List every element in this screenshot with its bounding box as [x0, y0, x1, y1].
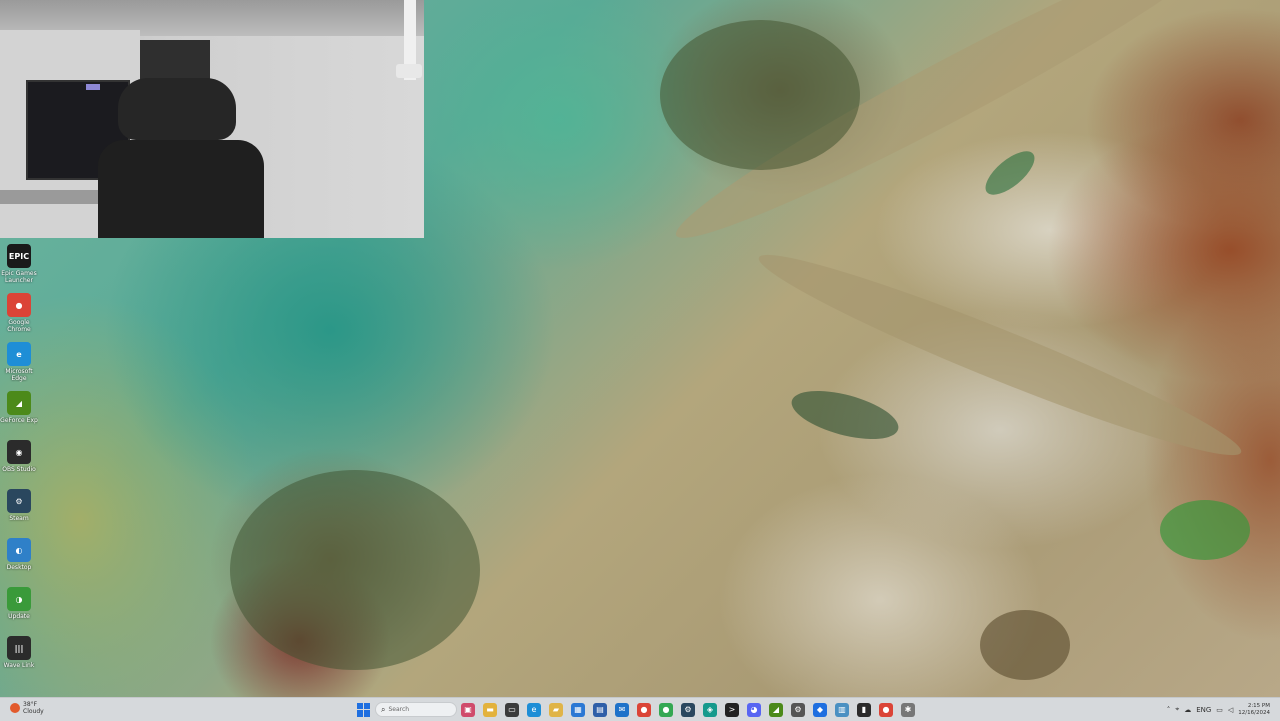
windows-logo-tile	[357, 702, 363, 709]
weather-widget[interactable]: 38°F Cloudy	[10, 701, 44, 715]
webcam-wall-bracket-joint	[396, 64, 422, 78]
desktop-shortcut-label: Steam	[9, 515, 29, 522]
desktop-shortcut-label: Epic Games Launcher	[1, 270, 37, 284]
language-indicator[interactable]: ENG	[1196, 706, 1211, 714]
webcam-chair-top	[140, 40, 210, 80]
desktop-shortcut[interactable]: EPIC Epic Games Launcher	[0, 244, 38, 293]
weather-text: 38°F Cloudy	[23, 701, 44, 715]
desktop-shortcut[interactable]: ● Google Chrome	[0, 293, 38, 342]
app-update-icon: ◑	[7, 587, 31, 611]
webcam-overlay	[0, 0, 424, 238]
desktop-shortcut[interactable]: ||| Wave Link	[0, 636, 38, 685]
chrome-icon-2[interactable]: ●	[879, 702, 893, 717]
terminal-icon[interactable]: >	[725, 702, 739, 717]
search-placeholder: Search	[388, 706, 410, 713]
app-blue-icon[interactable]: ▤	[593, 702, 607, 717]
widgets-icon[interactable]: ▣	[461, 702, 475, 717]
nvidia-icon: ◢	[7, 391, 31, 415]
desktop-icon-column: EPIC Epic Games Launcher ● Google Chrome e Mi…	[0, 244, 38, 685]
desktop-shortcut-label: OBS Studio	[2, 466, 36, 473]
obs-icon: ◉	[7, 440, 31, 464]
weather-temp: 38°F	[23, 701, 38, 708]
weather-icon	[10, 703, 20, 713]
taskbar-center: ⌕ Search ▣ ▬ ▭ e ▰ ▦ ▤ ✉ ● ● ⚙ ◈ > ◕ ◢ ⚙ ◆ ▥ ▮ ● ✱	[357, 700, 915, 719]
steam-icon[interactable]: ⚙	[681, 702, 695, 717]
windows-logo-tile	[364, 702, 370, 709]
chrome-icon: ●	[7, 293, 31, 317]
volume-icon[interactable]: ◁	[1228, 706, 1233, 714]
windows-logo-tile	[357, 710, 363, 717]
webcam-monitor-glow	[86, 84, 100, 90]
taskbar-search[interactable]: ⌕ Search	[375, 702, 457, 717]
desktop-shortcut[interactable]: ◢ GeForce Exp	[0, 391, 38, 440]
chrome-icon[interactable]: ●	[637, 702, 651, 717]
desktop-shortcut-label: Wave Link	[3, 662, 35, 669]
webcam-chair-headrest	[118, 78, 236, 140]
clock-time: 2:15 PM	[1247, 702, 1270, 709]
folder-icon[interactable]: ▰	[549, 702, 563, 717]
notepad-icon[interactable]: ▥	[835, 702, 849, 717]
system-tray: ˄ ⌖ ☁ ENG ▭ ◁ 2:15 PM 12/16/2024	[1167, 700, 1270, 719]
desktop-shortcut-label: Update	[8, 613, 30, 620]
desktop-shortcut-label: Google Chrome	[7, 319, 31, 333]
desktop-shortcut-label: Microsoft Edge	[5, 368, 33, 382]
clock[interactable]: 2:15 PM 12/16/2024	[1238, 703, 1270, 717]
file-explorer-icon[interactable]: ▬	[483, 702, 497, 717]
app-icon: ◐	[7, 538, 31, 562]
webcam-chair-back	[98, 140, 264, 238]
security-icon[interactable]: ◆	[813, 702, 827, 717]
app-dark-icon[interactable]: ▮	[857, 702, 871, 717]
chevron-up-icon[interactable]: ˄	[1167, 706, 1171, 714]
windows-logo-tile	[364, 710, 370, 717]
location-icon[interactable]: ⌖	[1175, 705, 1179, 714]
desktop-shortcut[interactable]: ⚙ Steam	[0, 489, 38, 538]
store-icon[interactable]: ▦	[571, 702, 585, 717]
network-icon[interactable]: ▭	[1216, 706, 1223, 714]
weather-desc: Cloudy	[23, 708, 44, 715]
steam-icon: ⚙	[7, 489, 31, 513]
desktop-shortcut-label: GeForce Exp	[0, 417, 38, 424]
desktop-shortcut[interactable]: e Microsoft Edge	[0, 342, 38, 391]
search-icon: ⌕	[381, 704, 386, 714]
edge-icon[interactable]: e	[527, 702, 541, 717]
desktop-shortcut-label: Desktop	[6, 564, 32, 571]
taskbar: 38°F Cloudy ⌕ Search ▣ ▬ ▭ e ▰ ▦ ▤ ✉ ● ● ⚙ ◈ > ◕ ◢ ⚙ ◆ ▥ ▮…	[0, 697, 1280, 721]
gear-icon[interactable]: ✱	[901, 702, 915, 717]
pinned-apps: ▣ ▬ ▭ e ▰ ▦ ▤ ✉ ● ● ⚙ ◈ > ◕ ◢ ⚙ ◆ ▥ ▮ ● ✱	[461, 702, 915, 717]
chrome-alt-icon[interactable]: ●	[659, 702, 673, 717]
task-view-icon[interactable]: ▭	[505, 702, 519, 717]
edge-icon: e	[7, 342, 31, 366]
clock-date: 12/16/2024	[1238, 709, 1270, 716]
wave-link-icon: |||	[7, 636, 31, 660]
mail-icon[interactable]: ✉	[615, 702, 629, 717]
app-teal-icon[interactable]: ◈	[703, 702, 717, 717]
desktop-shortcut[interactable]: ◑ Update	[0, 587, 38, 636]
desktop-shortcut[interactable]: ◐ Desktop	[0, 538, 38, 587]
cloud-icon[interactable]: ☁	[1184, 706, 1191, 714]
epic-games-icon: EPIC	[7, 244, 31, 268]
desktop-shortcut[interactable]: ◉ OBS Studio	[0, 440, 38, 489]
nvidia-icon[interactable]: ◢	[769, 702, 783, 717]
settings-icon[interactable]: ⚙	[791, 702, 805, 717]
discord-icon[interactable]: ◕	[747, 702, 761, 717]
start-button[interactable]	[357, 702, 371, 717]
